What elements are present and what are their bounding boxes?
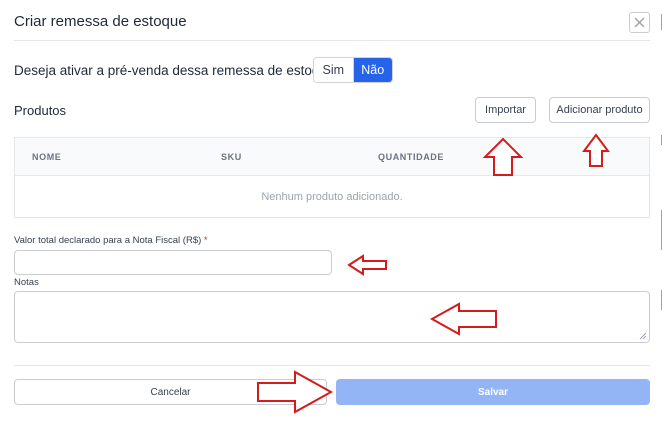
resize-handle-icon[interactable] [639,332,647,340]
close-icon [634,17,645,28]
window-edge-mark [661,135,662,145]
window-edge-mark [661,290,662,310]
cancel-button[interactable]: Cancelar [14,379,327,405]
add-product-button[interactable]: Adicionar produto [549,97,650,123]
presale-option-no[interactable]: Não [353,58,392,82]
products-label: Produtos [14,103,67,118]
notes-textarea[interactable] [14,291,650,343]
window-edge-mark [661,210,662,250]
presale-question: Deseja ativar a pré-venda dessa remessa … [14,63,342,78]
window-edge-mark [661,14,662,30]
notes-label: Notas [14,277,39,288]
save-button[interactable]: Salvar [336,379,650,405]
products-table: NOME SKU QUANTIDADE Nenhum produto adici… [14,137,650,218]
close-button[interactable] [629,12,650,33]
import-button[interactable]: Importar [475,97,536,123]
presale-toggle: Sim Não [313,57,393,83]
modal-title: Criar remessa de estoque [14,13,187,30]
create-stock-shipment-modal: Criar remessa de estoque Deseja ativar a… [0,0,664,427]
empty-state-message: Nenhum produto adicionado. [261,191,403,203]
required-mark: * [203,235,208,246]
table-header: NOME SKU QUANTIDADE [15,138,649,176]
declared-value-label-text: Valor total declarado para a Nota Fiscal… [14,235,202,246]
annotation-arrow-left-value [347,254,387,276]
column-header-quantity: QUANTIDADE [378,152,444,162]
declared-value-label: Valor total declarado para a Nota Fiscal… [14,235,208,246]
presale-option-yes[interactable]: Sim [314,58,354,82]
column-header-sku: SKU [221,152,242,162]
header-divider [14,40,650,41]
declared-value-input[interactable] [14,250,332,275]
footer-divider [14,365,650,366]
column-header-name: NOME [32,152,62,162]
